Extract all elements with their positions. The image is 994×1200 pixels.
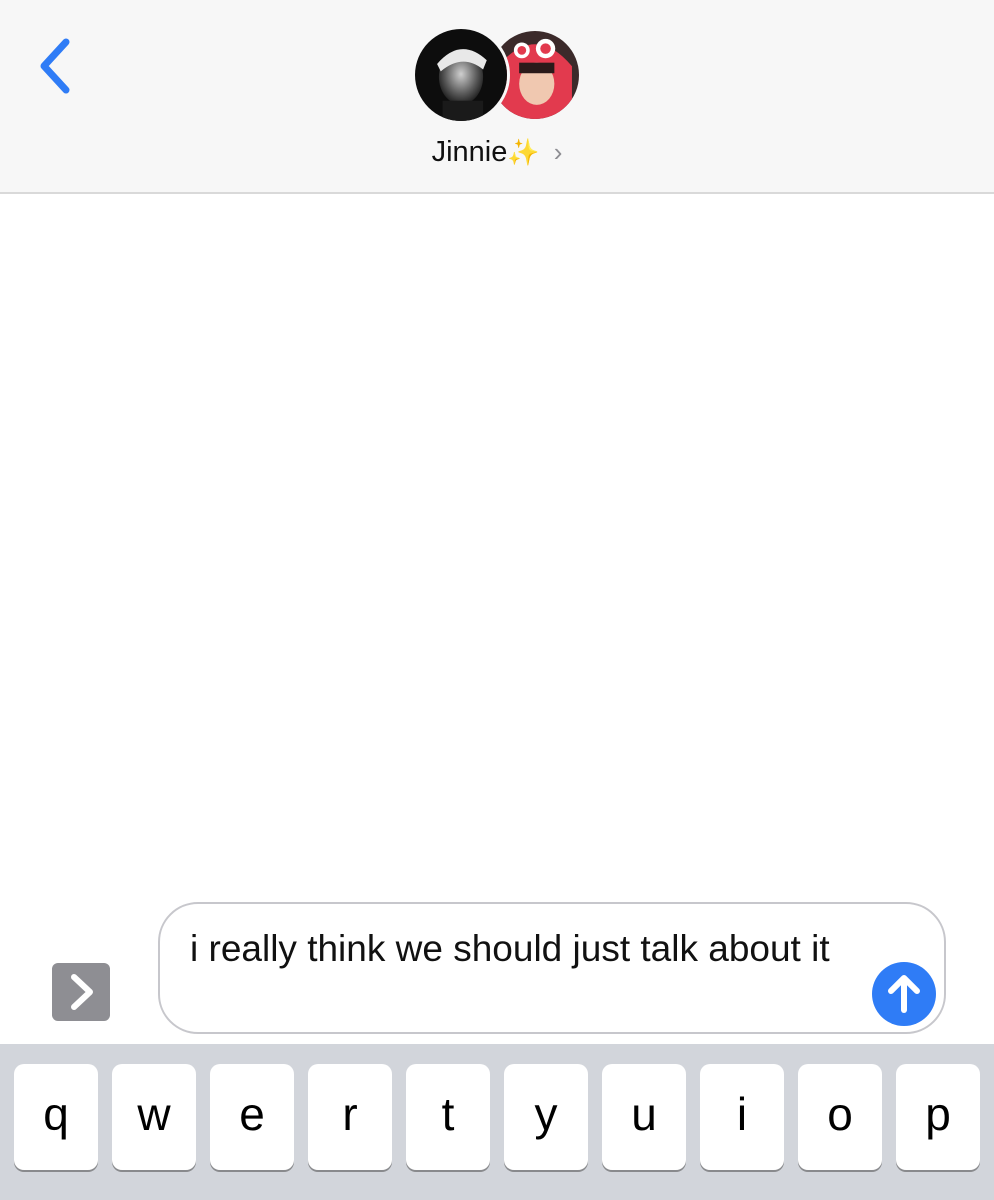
key-t[interactable]: t [406,1064,490,1170]
message-list [0,196,994,896]
key-u[interactable]: u [602,1064,686,1170]
contact-avatar-primary[interactable] [412,26,510,124]
chevron-right-icon: › [553,137,563,167]
key-p[interactable]: p [896,1064,980,1170]
back-button[interactable] [30,36,80,96]
conversation-header: Jinnie✨ › [0,0,994,194]
key-e[interactable]: e [210,1064,294,1170]
key-i[interactable]: i [700,1064,784,1170]
expand-apps-button[interactable] [52,963,110,1021]
key-r[interactable]: r [308,1064,392,1170]
keyboard: q w e r t y u i o p [0,1044,994,1200]
sparkles-emoji: ✨ [507,137,540,167]
key-w[interactable]: w [112,1064,196,1170]
chevron-right-icon [71,974,93,1010]
chevron-left-icon [40,38,70,94]
send-button[interactable] [872,962,936,1026]
key-o[interactable]: o [798,1064,882,1170]
message-input-text[interactable]: i really think we should just talk about… [190,924,850,973]
key-y[interactable]: y [504,1064,588,1170]
contact-details-button[interactable]: Jinnie✨ › [0,136,994,169]
message-input[interactable]: i really think we should just talk about… [158,902,946,1034]
contact-name: Jinnie [431,136,508,168]
key-q[interactable]: q [14,1064,98,1170]
arrow-up-icon [888,975,920,1013]
